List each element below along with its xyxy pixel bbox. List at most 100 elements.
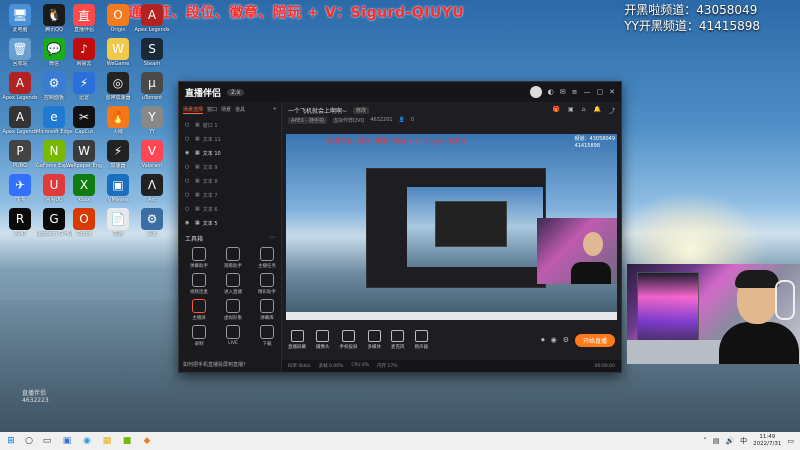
desktop-icon[interactable]: O Origin	[100, 4, 136, 33]
desktop-icon[interactable]: Λ Arc	[134, 174, 170, 203]
add-scene-icon[interactable]: +	[273, 106, 277, 114]
taskbar-app1-icon[interactable]: ▣	[60, 435, 74, 447]
desktop-icon[interactable]: ▣ VMware	[100, 174, 136, 203]
go-live-button[interactable]: 开始直播	[574, 333, 615, 347]
tool-button[interactable]: LIVE	[217, 325, 249, 347]
desktop-icon[interactable]: W WeGame	[100, 38, 136, 67]
eye-off-icon[interactable]: ○	[185, 136, 191, 142]
notification-icon[interactable]: ▭	[787, 437, 794, 445]
taskbar-start-icon[interactable]: ⊞	[4, 435, 18, 447]
source-button[interactable]: 麦克风	[391, 330, 405, 350]
eye-icon[interactable]: ◉	[185, 220, 191, 226]
eye-off-icon[interactable]: ○	[185, 206, 191, 212]
desktop-icon[interactable]: P PUBG	[2, 140, 38, 169]
bell-icon[interactable]: 🔔	[594, 106, 601, 115]
message-icon[interactable]: ✉	[560, 88, 566, 96]
taskbar-app5-icon[interactable]: ◆	[140, 435, 154, 447]
desktop-icon[interactable]: A Apex Legends	[134, 4, 170, 33]
tab-3[interactable]: 道具	[235, 106, 245, 114]
eye-icon[interactable]: ◉	[551, 336, 557, 344]
desktop-icon[interactable]: X Xbox	[66, 174, 102, 203]
menu-icon[interactable]: ≡	[572, 88, 578, 96]
settings-icon[interactable]: ⚙	[563, 336, 569, 344]
taskbar-taskview-icon[interactable]: ▭	[40, 435, 54, 447]
tool-button[interactable]: 视频连麦	[183, 273, 215, 295]
record-icon[interactable]: ⏺	[541, 336, 545, 345]
tool-button[interactable]: 下载	[251, 325, 283, 347]
scene-item[interactable]: ◉ ▦ 文本 5	[179, 216, 281, 230]
tool-button[interactable]: 虚拟形象	[217, 299, 249, 321]
input-language[interactable]: 中	[740, 436, 747, 446]
source-button[interactable]: 多媒体	[368, 330, 381, 350]
scene-item[interactable]: ○ ▦ 窗口 1	[179, 118, 281, 132]
desktop-icon[interactable]: ◎ 雷神加速器	[100, 72, 136, 101]
desktop-icon[interactable]: S Steam	[134, 38, 170, 67]
desktop-icon[interactable]: V Valorant	[134, 140, 170, 169]
tab-2[interactable]: 场景	[221, 106, 231, 114]
desktop-icon[interactable]: ♪ 网易云	[66, 38, 102, 67]
scene-item[interactable]: ○ ▦ 文本 6	[179, 202, 281, 216]
scene-item[interactable]: ○ ▦ 文本 11	[179, 132, 281, 146]
desktop-icon[interactable]: 直直播伴侣	[66, 4, 102, 33]
desktop-icon[interactable]: R AMD	[2, 208, 38, 237]
close-icon[interactable]: ✕	[609, 88, 615, 96]
tool-button[interactable]: 弹幕助手	[183, 247, 215, 269]
tab-1[interactable]: 窗口	[207, 106, 217, 114]
more-icon[interactable]: ⋯	[269, 234, 275, 243]
scene-item[interactable]: ◉ ▦ 文本 10	[179, 146, 281, 160]
category-tag[interactable]: APEX - 随手拍	[288, 117, 328, 124]
help-tip[interactable]: 如何把手机直播投屏到直播？	[183, 361, 248, 368]
tool-button[interactable]: 主播屏	[183, 299, 215, 321]
desktop-icon[interactable]: µ uTorrent	[134, 72, 170, 101]
tool-button[interactable]: 录制	[183, 325, 215, 347]
share-icon[interactable]: ⤴	[609, 106, 615, 115]
tab-0[interactable]: 场景选择	[183, 106, 204, 114]
desktop-icon[interactable]: 📄 文档	[100, 208, 136, 237]
tool-button[interactable]: 弹幕库	[251, 299, 283, 321]
desktop-icon[interactable]: WWallpaper Engine	[66, 140, 102, 169]
source-button[interactable]: 扬声器	[415, 330, 428, 350]
taskbar-app4-icon[interactable]: ■	[120, 435, 134, 447]
eye-off-icon[interactable]: ○	[185, 164, 191, 170]
tool-button[interactable]: 主播任务	[251, 247, 283, 269]
clock[interactable]: 11:49 2022/7/31	[753, 434, 781, 448]
eye-icon[interactable]: ◉	[185, 150, 191, 156]
shop-icon[interactable]: ⌂	[582, 106, 586, 115]
window-titlebar[interactable]: 直播伴侣 2.x ◐ ✉ ≡ — ▢ ✕	[179, 82, 621, 102]
tool-button[interactable]: 进入直播	[217, 273, 249, 295]
bag-icon[interactable]: ▣	[568, 106, 574, 115]
desktop-icon[interactable]: A Apex Legends	[2, 72, 38, 101]
desktop-icon[interactable]: ✈ 飞书	[2, 174, 38, 203]
desktop-icon[interactable]: Y YY	[134, 106, 170, 135]
source-button[interactable]: 直播屏幕	[288, 330, 306, 350]
desktop-icon[interactable]: ⚡ 加速器	[100, 140, 136, 169]
gift-icon[interactable]: 🎁	[553, 106, 560, 115]
edit-room-button[interactable]: 修改	[353, 107, 370, 114]
tool-button[interactable]: 精彩助手	[251, 273, 283, 295]
desktop-icon[interactable]: A Apex Legends	[2, 106, 38, 135]
stream-preview[interactable]: 接 通行证、段位、徽章、陪玩 + V：Sigurd-QIUYU 频道：43058…	[286, 134, 617, 320]
scene-item[interactable]: ○ ▦ 文本 8	[179, 174, 281, 188]
version-badge[interactable]: 2.x	[227, 88, 245, 96]
avatar[interactable]	[529, 86, 542, 98]
taskbar-search-icon[interactable]: ○	[22, 435, 36, 447]
source-button[interactable]: 摄像头	[316, 330, 330, 350]
desktop-icon[interactable]: 🗑 回收站	[2, 38, 38, 67]
desktop-icon[interactable]: ⚙ 设置	[134, 208, 170, 237]
desktop-icon[interactable]: 🔥 火绒	[100, 106, 136, 135]
skin-icon[interactable]: ◐	[548, 88, 554, 96]
desktop-icon[interactable]: ⚡ 迅雷	[66, 72, 102, 101]
network-icon[interactable]: ▤	[713, 437, 720, 445]
eye-off-icon[interactable]: ○	[185, 122, 191, 128]
eye-off-icon[interactable]: ○	[185, 178, 191, 184]
tool-button[interactable]: 观看助手	[217, 247, 249, 269]
desktop-icon[interactable]: O Office	[66, 208, 102, 237]
volume-icon[interactable]: 🔊	[725, 437, 734, 445]
taskbar-app2-icon[interactable]: ◉	[80, 435, 94, 447]
minimize-icon[interactable]: —	[584, 88, 591, 96]
desktop-icon[interactable]: 🖥 此电脑	[2, 4, 38, 33]
scene-item[interactable]: ○ ▦ 文本 7	[179, 188, 281, 202]
maximize-icon[interactable]: ▢	[597, 88, 604, 96]
chevron-up-icon[interactable]: ˄	[703, 437, 707, 445]
taskbar-app3-icon[interactable]: ▦	[100, 435, 114, 447]
